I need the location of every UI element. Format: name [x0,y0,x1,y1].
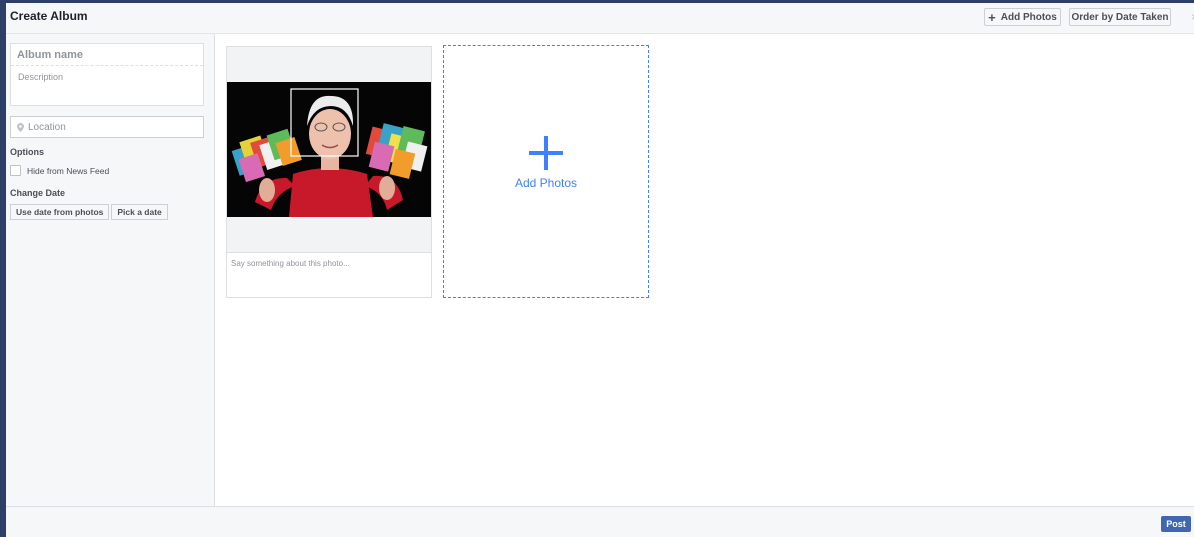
create-album-dialog: Create Album + Add Photos Order by Date … [6,3,1194,537]
date-button-group: Use date from photos Pick a date [10,204,170,220]
dialog-footer: Post [6,506,1194,537]
add-photos-dropzone[interactable]: Add Photos [443,45,649,298]
dialog-header: Create Album + Add Photos Order by Date … [6,3,1194,34]
description-input[interactable]: Description [11,66,203,82]
location-input[interactable]: Location [10,116,204,138]
photo-card: Say something about this photo... [226,46,432,298]
hide-from-feed-option[interactable]: Hide from News Feed [10,165,109,176]
photo-card-bottom [227,217,431,253]
album-details-box: Album name Description [10,43,204,106]
pick-a-date-button[interactable]: Pick a date [111,204,168,220]
photo-image [227,82,431,217]
photos-area: Say something about this photo... Add Ph… [215,34,1194,506]
photo-card-top [227,47,431,82]
dialog-title: Create Album [10,9,88,23]
album-sidebar: Album name Description Location Options … [6,34,215,506]
use-date-from-photos-button[interactable]: Use date from photos [10,204,110,220]
location-pin-icon [17,122,24,132]
hide-from-feed-checkbox[interactable] [10,165,21,176]
album-name-input[interactable]: Album name [11,44,203,66]
add-photos-plus-icon [529,135,563,170]
plus-icon: + [988,9,996,25]
change-date-heading: Change Date [10,188,66,198]
post-button[interactable]: Post [1161,516,1191,532]
hide-from-feed-label: Hide from News Feed [27,165,110,176]
order-by-date-button[interactable]: Order by Date Taken [1069,8,1171,26]
header-add-photos-label: Add Photos [1000,11,1057,23]
photo-caption-input[interactable]: Say something about this photo... [227,253,431,268]
add-photos-label: Add Photos [514,175,578,190]
options-heading: Options [10,147,44,157]
location-placeholder: Location [28,121,66,133]
uploaded-photo[interactable] [227,82,431,217]
header-add-photos-button[interactable]: + Add Photos [984,8,1061,26]
